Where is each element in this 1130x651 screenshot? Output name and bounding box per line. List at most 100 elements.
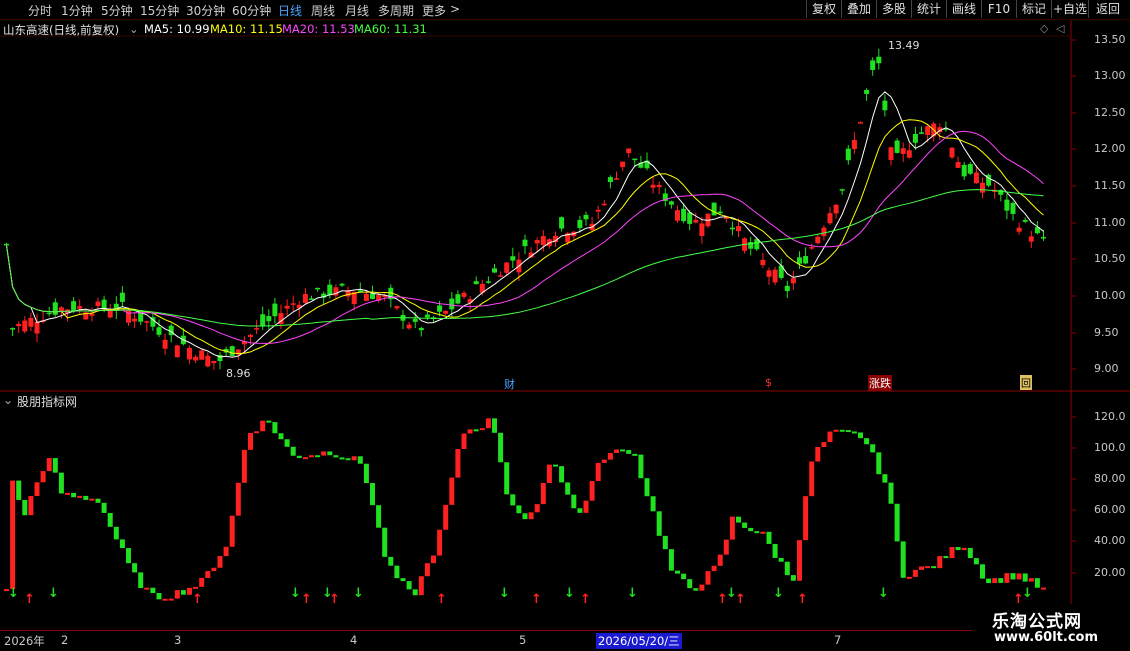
indicator-bar [510,494,516,506]
indicator-tick: 20.00 [1094,566,1126,579]
indicator-bar [296,455,302,458]
sell-arrow-icon: ↓ [627,586,638,601]
candle-body [119,292,125,302]
indicator-bar [119,539,125,549]
indicator-bar [28,496,34,516]
indicator-bar [534,504,540,513]
indicator-bar [40,471,46,483]
indicator-tick: 80.00 [1094,472,1126,485]
indicator-bar [626,450,632,454]
indicator-bar [315,455,321,458]
indicator-bar [95,498,101,503]
indicator-bar [949,546,955,559]
candle-body [339,283,345,286]
candle-body [809,247,815,249]
candle-body [498,275,504,277]
indicator-bar [424,563,430,577]
watermark-url: www.60lt.com [994,630,1099,645]
candle-body [443,310,449,314]
indicator-bar [876,452,882,475]
event-marker-return[interactable]: 回 [1020,375,1032,390]
candle-body [254,328,260,330]
indicator-bar [681,573,687,580]
indicator-bar [193,586,199,589]
indicator-bar [376,505,382,528]
candle-body [418,327,424,331]
candle-body [815,236,821,244]
date-label: 4 [350,633,358,647]
price-tick: 10.00 [1094,289,1126,302]
buy-arrow-icon: ↑ [24,592,35,607]
candle-body [107,310,113,318]
candle-body [919,132,924,134]
indicator-bar [601,459,607,463]
indicator-bar [565,482,571,495]
indicator-bar [144,587,150,590]
candle-body [607,177,613,183]
indicator-bar [455,449,461,478]
indicator-bar [553,464,558,467]
crosshair-date: 2026/05/20/三 [596,633,682,649]
indicator-bar [162,598,168,601]
candle-body [71,301,77,311]
date-label: 7 [834,633,842,647]
candle-body [540,236,546,246]
candle-body [845,148,851,161]
indicator-bar [333,455,339,458]
indicator-bar [870,444,876,453]
indicator-tick: 40.00 [1094,534,1126,547]
indicator-bar [943,556,949,559]
candle-body [248,334,253,337]
indicator-bar [699,584,705,591]
candle-body [858,122,863,124]
candle-body [821,227,827,237]
indicator-bar [284,439,290,447]
indicator-bar [229,515,235,547]
candle-body [668,201,674,205]
indicator-bar [955,546,961,551]
candle-body [10,328,16,330]
candle-body [827,213,833,224]
date-label: 3 [174,633,182,647]
candle-body [363,293,369,301]
candle-body [4,243,9,246]
candle-body [912,133,918,143]
indicator-bar [711,565,717,572]
indicator-bar [546,464,552,484]
indicator-bar [71,492,77,498]
event-marker-limit[interactable]: 涨跌 [868,375,892,391]
indicator-bar [540,483,546,505]
price-tick: 12.50 [1094,106,1126,119]
buy-arrow-icon: ↑ [531,592,542,607]
candle-body [729,227,735,230]
indicator-bar [345,458,351,461]
candle-body [656,184,662,188]
date-label: 5 [519,633,527,647]
indicator-bar [1028,578,1034,582]
candle-body [211,360,217,364]
candle-body [424,314,430,318]
candle-body [851,139,857,150]
indicator-bar [156,593,162,600]
indicator-bar [1034,578,1040,588]
candle-body [89,313,95,316]
candle-body [797,257,802,264]
candle-body [925,126,931,136]
event-marker-dollar[interactable]: $ [765,376,772,389]
candle-body [687,212,693,224]
indicator-bar [559,466,565,483]
indicator-bar [1041,587,1046,590]
candle-body [967,164,973,174]
chevron-down-icon[interactable]: ⌄ [3,393,13,407]
indicator-bar [1004,573,1010,583]
candle-body [199,350,205,360]
indicator-bar [16,480,22,500]
indicator-bar [467,429,473,434]
indicator-bar [473,429,479,432]
indicator-bar [217,556,223,568]
indicator-bar [675,570,680,574]
event-marker-finance[interactable]: 财 [504,376,515,392]
candle-body [16,323,22,327]
candle-body [790,278,796,284]
watermark-title: 乐淘公式网 [992,612,1082,632]
